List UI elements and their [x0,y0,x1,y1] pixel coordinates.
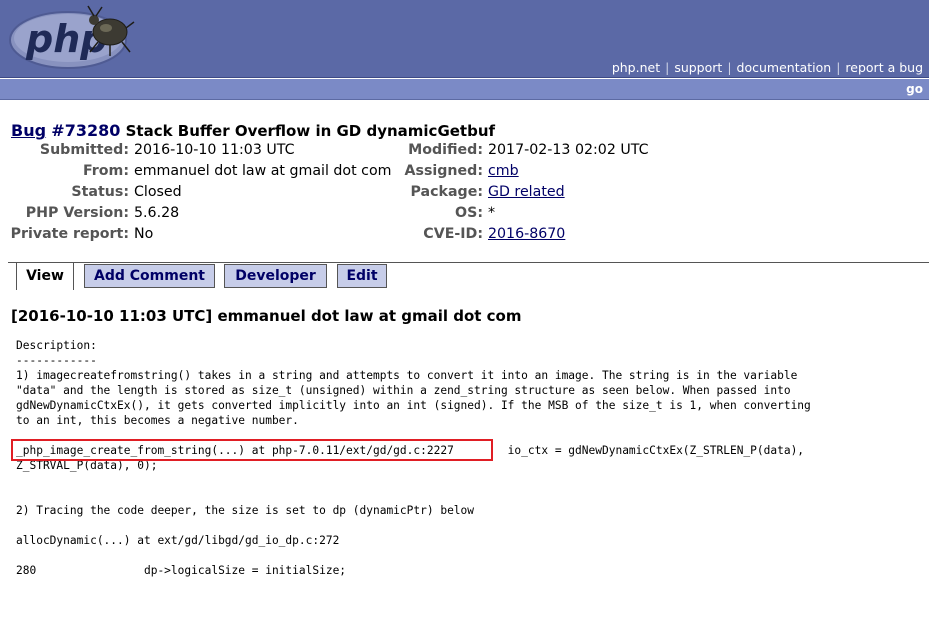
detail-value: 2016-10-10 11:03 UTC [134,142,295,158]
detail-value: * [488,205,496,221]
detail-label: Assigned: [404,163,483,179]
comment-body: Description: ------------ 1) imagecreate… [16,339,811,577]
tab-add-comment[interactable]: Add Comment [84,264,215,288]
detail-value: 2017-02-13 02:02 UTC [488,142,649,158]
nav-separator: | [836,60,841,75]
tab-divider [8,262,929,263]
detail-value: emmanuel dot law at gmail dot com [134,163,392,179]
bug-details-right: Modified: 2017-02-13 02:02 UTC Assigned: c… [368,142,649,247]
bug-number: #73280 [51,121,121,140]
detail-label: Package: [410,184,483,200]
bug-title: Bug #73280 Stack Buffer Overflow in GD d… [11,121,495,140]
detail-row-cve-id: CVE-ID: 2016-8670 [368,226,648,247]
detail-label: Private report: [10,226,129,242]
tab-edit[interactable]: Edit [337,264,387,288]
detail-label: CVE-ID: [423,226,483,242]
nav-separator: | [727,60,732,75]
comment-heading: [2016-10-10 11:03 UTC] emmanuel dot law … [11,307,522,325]
bug-summary: Stack Buffer Overflow in GD dynamicGetbu… [125,122,496,140]
detail-value: GD related [483,184,565,200]
detail-label: From: [83,163,129,179]
go-button[interactable]: go [906,82,923,96]
tab-view[interactable]: View [16,263,74,290]
bug-link[interactable]: Bug [11,121,46,140]
site-header: php php.net | support | documentation | report… [0,0,929,78]
detail-value: 5.6.28 [134,205,180,221]
detail-row-os: OS: * [368,205,648,226]
cve-link[interactable]: 2016-8670 [488,226,565,242]
detail-label: PHP Version: [25,205,129,221]
bug-details-left: Submitted: 2016-10-10 11:03 UTC From: emma… [0,142,392,247]
tab-developer[interactable]: Developer [224,264,327,288]
detail-row-from: From: emmanuel dot law at gmail dot com [0,163,391,184]
detail-label: OS: [455,205,483,221]
detail-row-submitted: Submitted: 2016-10-10 11:03 UTC [0,142,391,163]
detail-row-private-report: Private report: No [0,226,391,247]
detail-value: No [134,226,154,242]
nav-separator: | [665,60,670,75]
nav-report-a-bug[interactable]: report a bug [845,60,923,75]
search-bar: go [0,79,929,100]
detail-row-assigned: Assigned: cmb [368,163,648,184]
detail-row-package: Package: GD related [368,184,648,205]
php-logo[interactable]: php [6,2,136,72]
detail-label: Submitted: [39,142,129,158]
detail-value: Closed [134,184,182,200]
detail-row-status: Status: Closed [0,184,391,205]
assigned-link[interactable]: cmb [488,163,519,179]
detail-value: 2016-8670 [483,226,565,242]
detail-row-php-version: PHP Version: 5.6.28 [0,205,391,226]
top-navigation: php.net | support | documentation | report a b… [612,60,923,75]
package-link[interactable]: GD related [488,184,565,200]
nav-documentation[interactable]: documentation [737,60,832,75]
nav-support[interactable]: support [674,60,722,75]
nav-php-net[interactable]: php.net [612,60,660,75]
detail-label: Modified: [408,142,483,158]
detail-label: Status: [71,184,129,200]
detail-value: cmb [483,163,519,179]
detail-row-modified: Modified: 2017-02-13 02:02 UTC [368,142,648,163]
